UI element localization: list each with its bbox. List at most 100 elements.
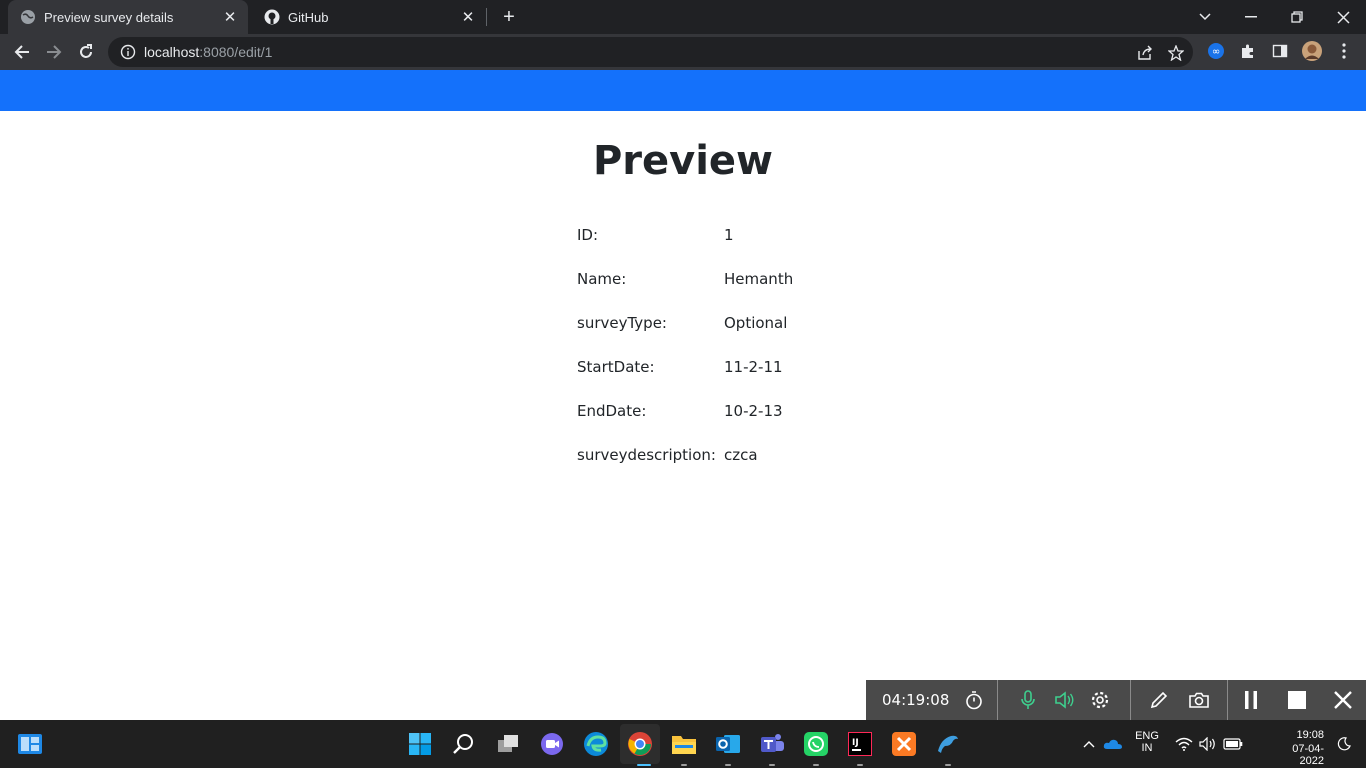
language-code: ENG: [1135, 730, 1159, 742]
menu-dots-icon[interactable]: [1334, 41, 1354, 61]
forward-button[interactable]: [40, 38, 68, 66]
pause-icon[interactable]: [1236, 685, 1266, 715]
field-label: surveydescription:: [577, 446, 716, 464]
detail-row-survey-description: surveydescription: czca: [577, 446, 793, 490]
mysql-dolphin-icon[interactable]: [934, 730, 962, 758]
stopwatch-icon[interactable]: [959, 685, 989, 715]
chevron-down-icon: [1199, 13, 1211, 21]
tab-github[interactable]: GitHub ✕: [252, 0, 486, 34]
field-value: 11-2-11: [724, 358, 783, 376]
whatsapp-icon[interactable]: [802, 730, 830, 758]
close-icon[interactable]: [1328, 685, 1358, 715]
widgets-icon[interactable]: [16, 730, 44, 758]
reload-icon: [80, 44, 92, 58]
tab-label: GitHub: [288, 9, 329, 25]
recorder-tools-group: [1131, 680, 1228, 720]
info-icon[interactable]: [120, 44, 136, 60]
field-label: ID:: [577, 226, 599, 244]
intellij-icon[interactable]: IJ: [846, 730, 874, 758]
avatar[interactable]: [1302, 41, 1322, 61]
file-explorer-icon[interactable]: [670, 730, 698, 758]
url-text: localhost:8080/edit/1: [144, 44, 273, 60]
detail-row-name: Name: Hemanth: [577, 270, 793, 314]
chrome-icon[interactable]: [626, 730, 654, 758]
browser-toolbar: localhost:8080/edit/1 ∞: [0, 34, 1366, 70]
field-value: 10-2-13: [724, 402, 783, 420]
field-label: Name:: [577, 270, 627, 288]
focus-moon-icon[interactable]: [1333, 730, 1355, 758]
clock-date: 07-04-2022: [1292, 743, 1324, 767]
share-icon[interactable]: [1136, 44, 1154, 62]
active-indicator: [637, 764, 651, 766]
side-panel-icon[interactable]: [1270, 41, 1290, 61]
github-icon: [264, 9, 280, 25]
field-label: EndDate:: [577, 402, 647, 420]
field-label: surveyType:: [577, 314, 667, 332]
arrow-left-icon: [14, 45, 29, 59]
battery-icon[interactable]: [1222, 730, 1244, 758]
start-icon[interactable]: [406, 730, 434, 758]
teams-icon[interactable]: [758, 730, 786, 758]
field-value: czca: [724, 446, 758, 464]
running-indicator: [769, 764, 775, 766]
reload-button[interactable]: [72, 38, 100, 66]
page-title: Preview: [592, 138, 774, 184]
recorder-audio-group: [998, 680, 1131, 720]
back-button[interactable]: [8, 38, 36, 66]
language-indicator[interactable]: ENG IN: [1132, 730, 1162, 754]
clock-time: 19:08: [1296, 729, 1324, 741]
browser-tabstrip: Preview survey details ✕ GitHub ✕ +: [0, 0, 1366, 34]
new-tab-button[interactable]: +: [498, 6, 520, 28]
field-value: Hemanth: [724, 270, 794, 288]
stop-icon[interactable]: [1282, 685, 1312, 715]
arrow-right-icon: [47, 45, 62, 59]
speaker-icon[interactable]: [1049, 685, 1079, 715]
wifi-icon[interactable]: [1174, 730, 1194, 758]
detail-row-id: ID: 1: [577, 226, 793, 270]
onedrive-icon[interactable]: [1102, 730, 1124, 758]
recorder-timer-group: 04:19:08: [866, 680, 998, 720]
extension-loop-icon[interactable]: ∞: [1206, 41, 1226, 61]
pen-icon[interactable]: [1144, 685, 1174, 715]
tab-separator: [486, 8, 487, 26]
screen-recorder-bar: 04:19:08: [866, 680, 1366, 720]
restore-button[interactable]: [1274, 0, 1320, 34]
svg-text:∞: ∞: [1212, 47, 1220, 58]
star-icon[interactable]: [1167, 44, 1185, 62]
detail-row-survey-type: surveyType: Optional: [577, 314, 793, 358]
search-icon[interactable]: [450, 730, 478, 758]
running-indicator: [725, 764, 731, 766]
clock[interactable]: 19:08 07-04-2022: [1280, 729, 1324, 767]
chat-icon[interactable]: [538, 730, 566, 758]
close-icon: [1336, 10, 1350, 24]
close-window-button[interactable]: [1320, 0, 1366, 34]
camera-icon[interactable]: [1184, 685, 1214, 715]
restore-icon: [1291, 11, 1303, 23]
region-code: IN: [1141, 742, 1153, 754]
tab-preview-survey[interactable]: Preview survey details ✕: [8, 0, 248, 34]
svg-text:IJ: IJ: [852, 738, 859, 748]
minimize-button[interactable]: [1228, 0, 1274, 34]
running-indicator: [681, 764, 687, 766]
outlook-icon[interactable]: [714, 730, 742, 758]
volume-icon[interactable]: [1198, 730, 1218, 758]
xampp-icon[interactable]: [890, 730, 918, 758]
close-icon[interactable]: ✕: [458, 7, 478, 27]
tab-search-button[interactable]: [1182, 0, 1228, 34]
edge-icon[interactable]: [582, 730, 610, 758]
windows-taskbar: IJ ENG IN 19:08 07-04-2022: [0, 720, 1366, 768]
address-bar[interactable]: localhost:8080/edit/1: [108, 37, 1193, 67]
chevron-up-icon[interactable]: [1080, 730, 1098, 758]
detail-row-start-date: StartDate: 11-2-11: [577, 358, 793, 402]
settings-gear-icon[interactable]: [1085, 685, 1115, 715]
puzzle-icon[interactable]: [1238, 41, 1258, 61]
microphone-icon[interactable]: [1013, 685, 1043, 715]
running-indicator: [813, 764, 819, 766]
globe-icon: [20, 9, 36, 25]
recorder-controls-group: [1228, 680, 1366, 720]
task-view-icon[interactable]: [494, 730, 522, 758]
close-icon[interactable]: ✕: [220, 7, 240, 27]
running-indicator: [857, 764, 863, 766]
survey-details: ID: 1 Name: Hemanth surveyType: Optional…: [577, 226, 793, 490]
page-header-bar: [0, 70, 1366, 111]
